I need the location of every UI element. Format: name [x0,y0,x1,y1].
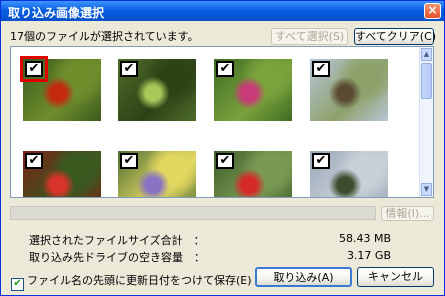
scroll-thumb[interactable] [421,63,432,99]
total-size-value: 58.43 MB [338,232,391,245]
thumbnail-item[interactable]: ✔ [118,59,196,121]
thumbnail-item[interactable]: ✔ [23,151,101,197]
thumbnail-item[interactable]: ✔ [214,151,292,197]
import-image-dialog: 取り込み画像選択 × 17個のファイルが選択されています。 すべて選択(S) す… [0,0,445,296]
prefix-date-checkbox[interactable]: ✔ [11,278,24,291]
thumbnail-checkbox[interactable]: ✔ [25,153,43,169]
thumbnail-image[interactable] [23,59,101,121]
thumbnail-checkbox[interactable]: ✔ [216,61,234,77]
thumbnail-item[interactable]: ✔ [20,56,101,121]
scroll-up-button[interactable]: ▲ [421,48,432,61]
scroll-down-button[interactable]: ▼ [421,183,432,196]
cancel-button[interactable]: キャンセル [357,267,434,287]
selection-summary: 17個のファイルが選択されています。 [10,30,199,43]
select-all-button[interactable]: すべて選択(S) [271,28,348,45]
thumbnail-checkbox[interactable]: ✔ [216,153,234,169]
thumbnail-item[interactable]: ✔ [310,59,388,121]
prefix-date-option[interactable]: ✔ ファイル名の先頭に更新日付をつけて保存(E) [11,272,252,291]
thumbnail-checkbox[interactable]: ✔ [312,61,330,77]
vertical-scrollbar[interactable]: ▲ ▼ [419,47,433,197]
details-button[interactable]: 情報(I)... [381,206,434,221]
free-space-value: 3.17 GB [346,249,391,262]
title-bar[interactable]: 取り込み画像選択 × [1,1,444,21]
thumbnail-checkbox[interactable]: ✔ [120,153,138,169]
thumbnail-item[interactable]: ✔ [118,151,196,197]
thumbnail-checkbox[interactable]: ✔ [25,61,43,77]
thumbnail-item[interactable]: ✔ [310,151,388,197]
free-space-label: 取り込み先ドライブの空き容量 ： [29,251,205,264]
thumbnail-checkbox[interactable]: ✔ [312,153,330,169]
window-title: 取り込み画像選択 [8,6,105,20]
progress-bar [10,206,376,220]
thumbnail-item[interactable]: ✔ [214,59,292,121]
thumbnail-grid: ✔ ✔ ✔ ✔ ✔ ✔ ✔ ✔ ▲ ▼ [10,46,434,198]
total-size-label: 選択されたファイルサイズ合計 ： [29,234,205,247]
prefix-date-label: ファイル名の先頭に更新日付をつけて保存(E) [27,274,252,287]
close-button[interactable]: × [424,3,441,19]
clear-all-button[interactable]: すべてクリア(C) [354,28,436,45]
import-button[interactable]: 取り込み(A) [255,267,352,287]
thumbnail-checkbox[interactable]: ✔ [120,61,138,77]
